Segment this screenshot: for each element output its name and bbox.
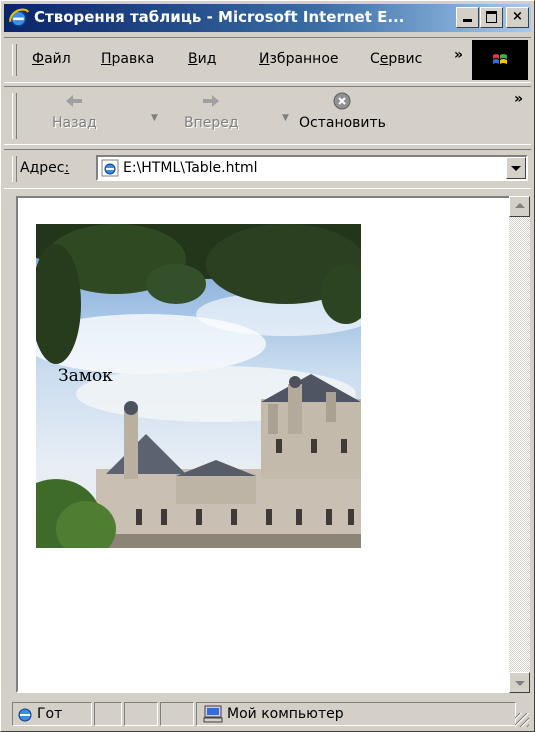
close-button[interactable]: × — [506, 7, 529, 28]
address-label: Адрес: — [20, 160, 70, 176]
menu-bar: Файл Правка Вид Избранное Сервис » — [4, 37, 531, 83]
my-computer-icon — [203, 705, 223, 723]
minimize-button[interactable] — [456, 7, 479, 28]
scroll-up-button[interactable] — [509, 196, 530, 217]
menu-edit[interactable]: Правка — [101, 51, 154, 67]
image-caption: Замок — [58, 366, 113, 386]
window-title: Створення таблиць - Microsoft Internet E… — [34, 8, 405, 26]
status-panel-4 — [160, 702, 194, 726]
address-bar: Адрес: E:\HTML\Table.html — [4, 149, 531, 189]
address-input[interactable]: E:\HTML\Table.html — [96, 155, 528, 181]
menu-tools[interactable]: Сервис — [370, 51, 422, 67]
status-bar: Гот Мой компьютер — [4, 696, 531, 729]
forward-arrow-icon — [203, 95, 220, 107]
stop-button[interactable]: Остановить — [299, 91, 386, 131]
back-button[interactable]: Назад — [52, 91, 97, 131]
status-text-panel: Гот — [12, 702, 92, 726]
menu-view[interactable]: Вид — [188, 51, 216, 67]
address-dropdown-button[interactable] — [506, 157, 526, 179]
menu-file[interactable]: Файл — [32, 51, 71, 67]
forward-dropdown-icon[interactable]: ▼ — [282, 113, 289, 123]
back-arrow-icon — [66, 95, 83, 107]
stop-icon — [333, 92, 351, 110]
title-bar[interactable]: Створення таблиць - Microsoft Internet E… — [4, 4, 531, 32]
browser-window: Створення таблиць - Microsoft Internet E… — [0, 0, 535, 732]
status-panel-3 — [124, 702, 158, 726]
scroll-down-arrow-icon — [515, 681, 525, 686]
maximize-button[interactable] — [480, 7, 503, 28]
forward-button[interactable]: Вперед — [184, 91, 239, 131]
toolbar-grip[interactable] — [12, 93, 17, 139]
vertical-scrollbar[interactable] — [509, 196, 530, 693]
castle-image — [36, 224, 361, 548]
menu-overflow-chevron[interactable]: » — [454, 47, 463, 63]
windows-logo — [472, 40, 528, 80]
close-icon: × — [512, 9, 523, 24]
toolbar-overflow-chevron[interactable]: » — [514, 91, 523, 107]
standard-toolbar: Назад ▼ Вперед ▼ Остановить » — [4, 86, 531, 145]
resize-grip-icon[interactable] — [515, 713, 529, 727]
status-zone-panel: Мой компьютер — [196, 702, 516, 726]
maximize-icon — [486, 11, 497, 23]
back-dropdown-icon[interactable]: ▼ — [151, 113, 158, 123]
scroll-up-arrow-icon — [515, 203, 525, 208]
status-ie-icon — [18, 708, 32, 722]
page-content[interactable]: Замок — [16, 196, 511, 693]
address-bar-grip[interactable] — [12, 156, 17, 182]
menu-favorites[interactable]: Избранное — [259, 51, 339, 67]
castle-photo: Замок — [36, 224, 361, 548]
scroll-down-button[interactable] — [509, 672, 530, 693]
minimize-icon — [463, 19, 472, 22]
status-panel-2 — [94, 702, 122, 726]
windows-flag-icon — [493, 54, 507, 64]
dropdown-arrow-icon — [511, 166, 521, 171]
page-ie-icon — [101, 159, 119, 177]
internet-explorer-icon — [9, 8, 29, 27]
menu-bar-grip[interactable] — [12, 44, 17, 76]
